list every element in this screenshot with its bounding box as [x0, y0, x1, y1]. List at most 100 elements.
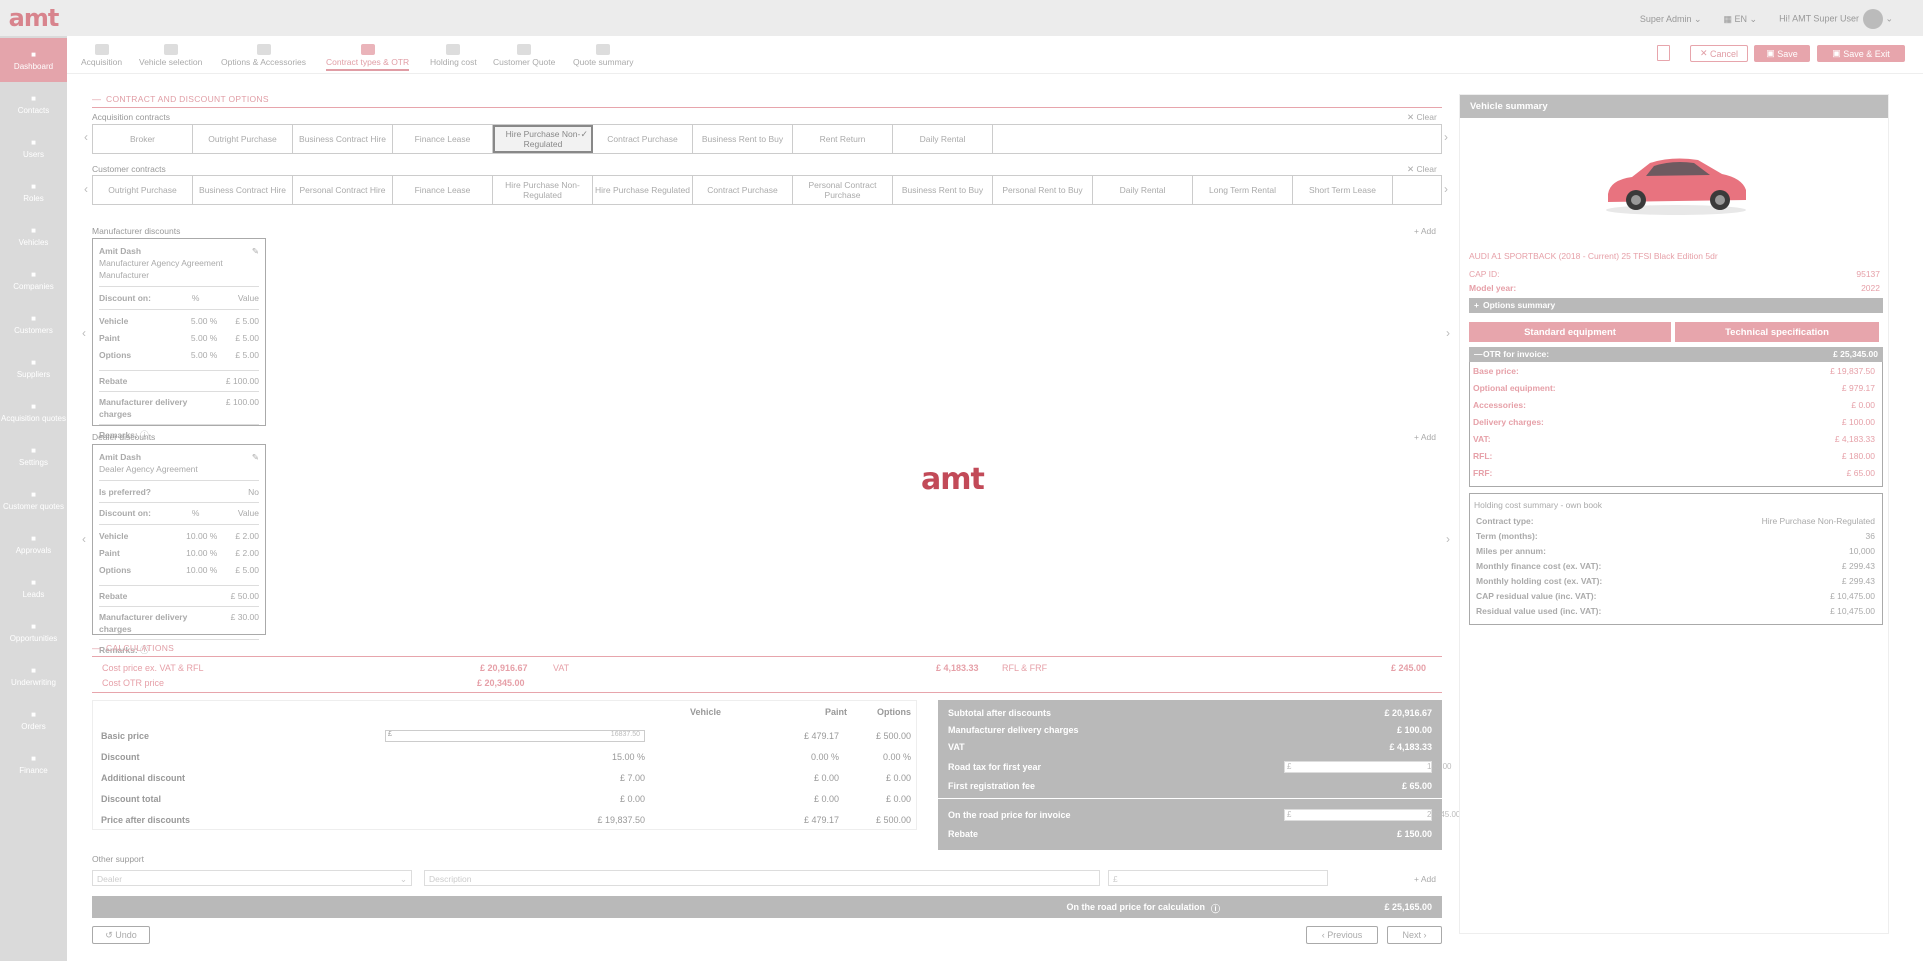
section-collapse-toggle[interactable]: — — [92, 643, 101, 653]
is-preferred-label: Is preferred? — [99, 487, 151, 497]
sidebar-item-customer-quotes[interactable]: ■ Customer quotes — [0, 478, 67, 522]
acq-tab[interactable]: Finance Lease — [393, 125, 493, 153]
dealer-discount-card[interactable]: Amit Dash ✎ Dealer Agency Agreement Is pr… — [92, 444, 266, 655]
previous-button[interactable]: ‹ Previous — [1306, 926, 1378, 944]
sidebar-nav: ■ Dashboard ■ Contacts ■ Users ■ Roles ■ Vehicles… — [0, 38, 67, 786]
add-other-support-button[interactable]: + Add — [1414, 874, 1436, 884]
section-collapse-toggle[interactable]: — — [92, 94, 101, 104]
user-menu[interactable]: Hi! AMT Super User ⌄ — [1779, 9, 1893, 29]
acq-tab[interactable]: Daily Rental — [893, 125, 993, 153]
edit-icon[interactable]: ✎ — [252, 245, 259, 257]
cust-tab[interactable]: Business Contract Hire — [193, 176, 293, 204]
options-summary-toggle[interactable]: + Options summary — [1469, 298, 1883, 313]
sidebar-item-vehicles[interactable]: ■ Vehicles — [0, 214, 67, 258]
language-selector[interactable]: ▦ EN ⌄ — [1724, 14, 1758, 25]
cust-tab[interactable]: Short Term Lease — [1293, 176, 1393, 204]
step-holding-cost[interactable]: Holding cost — [430, 44, 477, 67]
sidebar-item-orders[interactable]: ■ Orders — [0, 698, 67, 742]
next-button[interactable]: Next › — [1387, 926, 1442, 944]
role-selector[interactable]: Super Admin ⌄ — [1640, 14, 1702, 25]
edit-icon[interactable]: ✎ — [252, 451, 259, 463]
underwriting-icon: ■ — [31, 665, 36, 675]
save-button[interactable]: ▣ Save — [1754, 45, 1810, 62]
cust-tab[interactable]: Business Rent to Buy — [893, 176, 993, 204]
cust-tab[interactable]: Long Term Rental — [1193, 176, 1293, 204]
discount-row: Options 5.00 % £ 5.00 — [99, 349, 259, 366]
sidebar-item-contacts[interactable]: ■ Contacts — [0, 82, 67, 126]
amount-input[interactable]: £ — [1108, 870, 1328, 886]
sidebar-item-dashboard[interactable]: ■ Dashboard — [0, 38, 67, 82]
description-input[interactable]: Description — [424, 870, 1100, 886]
cust-tab[interactable]: Hire Purchase Non-Regulated — [493, 176, 593, 204]
sidebar-item-opportunities[interactable]: ■ Opportunities — [0, 610, 67, 654]
otr-invoice-input[interactable]: £25345.00 — [1284, 809, 1460, 821]
app-logo[interactable]: amt — [0, 0, 67, 36]
chevron-right-icon[interactable]: › — [1444, 130, 1448, 144]
add-manufacturer-discount-button[interactable]: + Add — [1414, 226, 1436, 236]
otr-invoice-label: OTR for invoice: — [1483, 349, 1550, 359]
step-customer-quote[interactable]: Customer Quote — [493, 44, 555, 67]
sidebar-item-acquisition-quotes[interactable]: ■ Acquisition quotes — [0, 390, 67, 434]
step-options-accessories[interactable]: Options & Accessories — [221, 44, 306, 67]
acq-tab[interactable]: Contract Purchase — [593, 125, 693, 153]
holding-cost-row: Monthly holding cost (ex. VAT): £ 299.43 — [1476, 576, 1875, 588]
chevron-left-icon[interactable]: ‹ — [82, 326, 86, 340]
acq-tab[interactable]: Broker — [93, 125, 193, 153]
cust-tab[interactable]: Personal Contract Purchase — [793, 176, 893, 204]
sidebar-item-underwriting[interactable]: ■ Underwriting — [0, 654, 67, 698]
clear-customer-button[interactable]: ✕ Clear — [1407, 164, 1437, 175]
clear-acquisition-button[interactable]: ✕ Clear — [1407, 112, 1437, 123]
add-label: Add — [1420, 226, 1436, 236]
cust-tab[interactable]: Finance Lease — [393, 176, 493, 204]
sidebar-item-customers[interactable]: ■ Customers — [0, 302, 67, 346]
acq-tab[interactable]: Rent Return — [793, 125, 893, 153]
cust-tab[interactable]: Outright Purchase — [93, 176, 193, 204]
step-vehicle-selection[interactable]: Vehicle selection — [139, 44, 202, 67]
cust-tab[interactable]: Hire Purchase Regulated — [593, 176, 693, 204]
chevron-right-icon[interactable]: › — [1446, 532, 1450, 546]
role-label: Super Admin — [1639, 13, 1692, 24]
manufacturer-discount-card[interactable]: Amit Dash ✎ Manufacturer Agency Agreement… — [92, 238, 266, 440]
sidebar-item-companies[interactable]: ■ Companies — [0, 258, 67, 302]
acq-tab[interactable]: Business Contract Hire — [293, 125, 393, 153]
sidebar-item-settings[interactable]: ■ Settings — [0, 434, 67, 478]
sidebar-item-suppliers[interactable]: ■ Suppliers — [0, 346, 67, 390]
basic-price-input[interactable]: £16837.50 — [385, 730, 645, 742]
sidebar-item-users[interactable]: ■ Users — [0, 126, 67, 170]
cust-tab[interactable]: Daily Rental — [1093, 176, 1193, 204]
cust-tab[interactable]: Personal Contract Hire — [293, 176, 393, 204]
chevron-left-icon[interactable]: ‹ — [82, 532, 86, 546]
chevron-left-icon[interactable]: ‹ — [84, 182, 88, 196]
undo-button[interactable]: ↺ Undo — [92, 926, 150, 944]
cancel-button[interactable]: ✕ Cancel — [1690, 45, 1748, 62]
document-icon[interactable] — [1657, 45, 1670, 61]
acq-tab[interactable]: Business Rent to Buy — [693, 125, 793, 153]
chevron-left-icon[interactable]: ‹ — [84, 130, 88, 144]
technical-specification-button[interactable]: Technical specification — [1675, 322, 1879, 342]
sidebar-item-finance[interactable]: ■ Finance — [0, 742, 67, 786]
step-quote-summary[interactable]: Quote summary — [573, 44, 633, 67]
save-label: Save — [1777, 48, 1798, 59]
acq-tab[interactable]: Hire Purchase Non-Regulated ✓ — [493, 125, 593, 153]
dealer-select[interactable]: Dealer ⌄ — [92, 870, 412, 886]
info-icon[interactable]: ⓘ — [1211, 902, 1220, 915]
otr-invoice-header[interactable]: — OTR for invoice: £ 25,345.00 — [1469, 347, 1883, 362]
add-dealer-discount-button[interactable]: + Add — [1414, 432, 1436, 442]
cust-tab[interactable]: Contract Purchase — [693, 176, 793, 204]
step-acquisition[interactable]: Acquisition — [81, 44, 122, 67]
cust-tab[interactable]: Personal Rent to Buy — [993, 176, 1093, 204]
delivery-charges-label: Manufacturer delivery charges — [99, 612, 188, 634]
divider — [92, 107, 1442, 108]
holding-cost-label: Term (months): — [1476, 531, 1538, 541]
sidebar-item-leads[interactable]: ■ Leads — [0, 566, 67, 610]
chevron-right-icon[interactable]: › — [1444, 182, 1448, 196]
sidebar-item-approvals[interactable]: ■ Approvals — [0, 522, 67, 566]
step-label: Vehicle selection — [139, 57, 203, 67]
road-tax-input[interactable]: £180.00 — [1284, 761, 1451, 773]
acq-tab[interactable]: Outright Purchase — [193, 125, 293, 153]
step-contract-types[interactable]: Contract types & OTR — [326, 44, 410, 71]
standard-equipment-button[interactable]: Standard equipment — [1469, 322, 1671, 342]
chevron-right-icon[interactable]: › — [1446, 326, 1450, 340]
sidebar-item-roles[interactable]: ■ Roles — [0, 170, 67, 214]
save-exit-button[interactable]: ▣ Save & Exit — [1817, 45, 1905, 62]
